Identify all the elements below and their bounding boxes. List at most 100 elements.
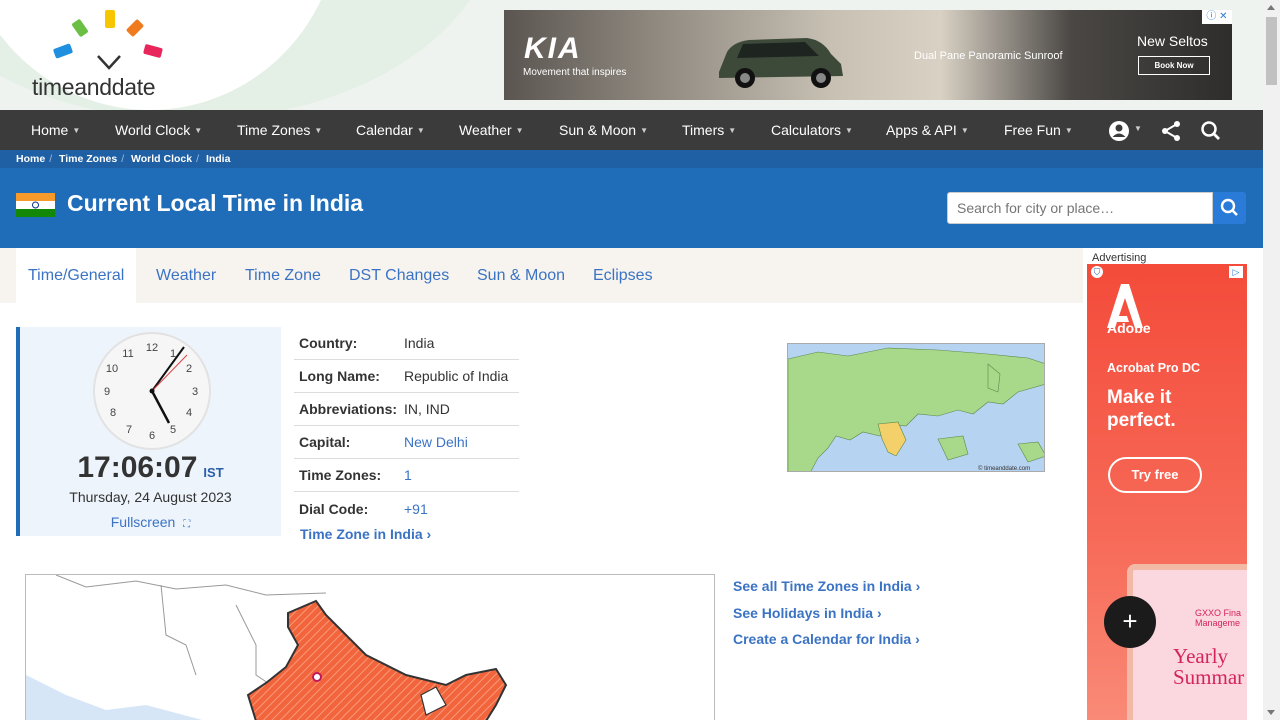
clock-number: 2 <box>186 363 192 375</box>
tab-sun-moon[interactable]: Sun & Moon <box>477 248 565 303</box>
car-image-icon <box>719 38 843 88</box>
clock-number: 9 <box>104 386 110 398</box>
time-zones-link[interactable]: 1 <box>404 467 412 483</box>
nav-item-calendar[interactable]: Calendar ▼ <box>356 122 425 138</box>
info-row-country: Country: India <box>294 327 519 360</box>
ad-headline: Make it perfect. <box>1107 387 1176 431</box>
clock-number: 12 <box>146 342 158 354</box>
chevron-down-icon: ▼ <box>728 125 737 135</box>
search-button[interactable] <box>1213 192 1246 224</box>
search-icon <box>1220 198 1238 216</box>
account-icon[interactable] <box>1108 120 1130 142</box>
search-input[interactable] <box>947 192 1213 224</box>
chevron-down-icon: ▼ <box>515 125 524 135</box>
nav-item-world-clock[interactable]: World Clock ▼ <box>115 122 202 138</box>
ad-product: Acrobat Pro DC <box>1107 361 1201 375</box>
breadcrumb-home[interactable]: Home <box>16 153 45 165</box>
scroll-up-icon[interactable] <box>1267 5 1275 10</box>
site-logo[interactable]: timeanddate <box>30 8 190 104</box>
world-map-image: © timeanddate.com <box>788 347 1044 472</box>
nav-item-timers[interactable]: Timers ▼ <box>682 122 736 138</box>
clock-number: 4 <box>186 407 192 419</box>
clock-number: 10 <box>106 363 118 375</box>
analog-clock: 12 1 2 3 4 5 6 7 8 9 10 11 <box>93 332 211 450</box>
nav-item-weather[interactable]: Weather ▼ <box>459 122 524 138</box>
create-calendar-link[interactable]: Create a Calendar for India › <box>733 630 920 657</box>
world-map[interactable]: © timeanddate.com <box>787 343 1045 472</box>
nav-item-apps-api[interactable]: Apps & API ▼ <box>886 122 969 138</box>
tab-weather[interactable]: Weather <box>156 248 216 303</box>
country-info-table: Country: India Long Name: Republic of Indi… <box>294 327 519 525</box>
share-icon[interactable] <box>1160 120 1182 142</box>
ad-model: New Seltos <box>1137 33 1208 49</box>
site-header: timeanddate KIA Movement that inspires D… <box>0 0 1263 110</box>
ad-book-now-button[interactable]: Book Now <box>1138 56 1210 75</box>
map-credit: © timeanddate.com <box>978 465 1030 472</box>
breadcrumb: Home / Time Zones / World Clock / India <box>0 150 1263 168</box>
chevron-down-icon: ▼ <box>72 125 81 135</box>
nav-item-home[interactable]: Home ▼ <box>31 122 80 138</box>
digital-time: 17:06:07 IST <box>20 451 281 485</box>
clock-number: 11 <box>122 348 133 360</box>
tab-dst-changes[interactable]: DST Changes <box>349 248 449 303</box>
chevron-down-icon: ▼ <box>1134 124 1142 133</box>
main-nav: Home ▼ World Clock ▼ Time Zones ▼ Calendar ▼… <box>0 110 1263 150</box>
chevron-down-icon: ▼ <box>416 125 425 135</box>
add-fab-button[interactable]: + <box>1104 596 1156 648</box>
chevron-down-icon: ▼ <box>640 125 648 135</box>
time-zone-in-india-link[interactable]: Time Zone in India › <box>300 526 431 542</box>
fullscreen-link[interactable]: Fullscreen ⛶ <box>20 514 281 530</box>
scroll-thumb[interactable] <box>1266 17 1277 85</box>
ad-brand: KIA <box>524 32 582 65</box>
breadcrumb-world-clock[interactable]: World Clock <box>131 153 192 165</box>
tab-time-zone[interactable]: Time Zone <box>245 248 321 303</box>
plus-icon: + <box>1122 606 1138 636</box>
capital-link[interactable]: New Delhi <box>404 434 468 450</box>
info-row-time-zones: Time Zones: 1 <box>294 459 519 492</box>
india-map[interactable] <box>25 574 715 720</box>
india-map-image <box>26 575 508 720</box>
nav-item-sun-moon[interactable]: Sun & Moon ▼ <box>559 122 648 138</box>
ad-card-brand: GXXO Fina Manageme <box>1195 608 1242 628</box>
chevron-right-icon: › <box>915 578 921 594</box>
clock-number: 3 <box>192 386 198 398</box>
current-date: Thursday, 24 August 2023 <box>69 489 232 505</box>
see-all-time-zones-link[interactable]: See all Time Zones in India › <box>733 577 920 604</box>
logo-mark-icon <box>53 10 163 70</box>
tab-time-general[interactable]: Time/General <box>16 248 137 303</box>
current-time: 17:06:07 <box>77 451 198 484</box>
chevron-down-icon: ▼ <box>960 125 969 135</box>
nav-item-calculators[interactable]: Calculators ▼ <box>771 122 853 138</box>
scroll-down-icon[interactable] <box>1267 710 1275 715</box>
page-scrollbar[interactable] <box>1263 0 1280 720</box>
breadcrumb-india[interactable]: India <box>206 153 231 165</box>
advertising-label: Advertising <box>1092 252 1147 264</box>
ad-close-icon[interactable]: ⓘ ✕ <box>1202 10 1232 24</box>
ad-choices-icon[interactable]: ▷ <box>1229 266 1243 278</box>
nav-item-time-zones[interactable]: Time Zones ▼ <box>237 122 322 138</box>
clock-number: 7 <box>126 424 132 436</box>
try-free-button[interactable]: Try free <box>1108 457 1202 493</box>
info-row-capital: Capital: New Delhi <box>294 426 519 459</box>
chevron-down-icon: ▼ <box>1064 125 1073 135</box>
top-ad-banner[interactable]: KIA Movement that inspires Dual Pane Pan… <box>504 10 1232 100</box>
section-tabs: Time/General Weather Time Zone DST Chang… <box>0 248 1083 303</box>
clock-panel: 12 1 2 3 4 5 6 7 8 9 10 11 17:06:07 IST T… <box>16 327 281 536</box>
chevron-down-icon: ▼ <box>845 125 853 135</box>
nav-item-free-fun[interactable]: Free Fun ▼ <box>1004 122 1073 138</box>
page-hero: Current Local Time in India <box>0 168 1263 248</box>
chevron-down-icon: ▼ <box>194 125 203 135</box>
tab-eclipses[interactable]: Eclipses <box>593 248 653 303</box>
sidebar-ad[interactable]: ▷ ⛉ Adobe Acrobat Pro DC Make it perfect… <box>1087 264 1247 720</box>
chevron-right-icon: › <box>876 604 882 621</box>
clock-number: 6 <box>149 430 155 442</box>
search-icon[interactable] <box>1200 120 1222 142</box>
clock-number: 8 <box>110 407 116 419</box>
timezone-abbr[interactable]: IST <box>203 465 223 480</box>
see-holidays-link[interactable]: See Holidays in India › <box>733 604 920 631</box>
info-row-abbreviations: Abbreviations: IN, IND <box>294 393 519 426</box>
breadcrumb-time-zones[interactable]: Time Zones <box>59 153 117 165</box>
ad-card-title: Yearly Summar <box>1173 644 1245 689</box>
fullscreen-icon: ⛶ <box>183 519 191 530</box>
dial-code-link[interactable]: +91 <box>404 501 428 517</box>
